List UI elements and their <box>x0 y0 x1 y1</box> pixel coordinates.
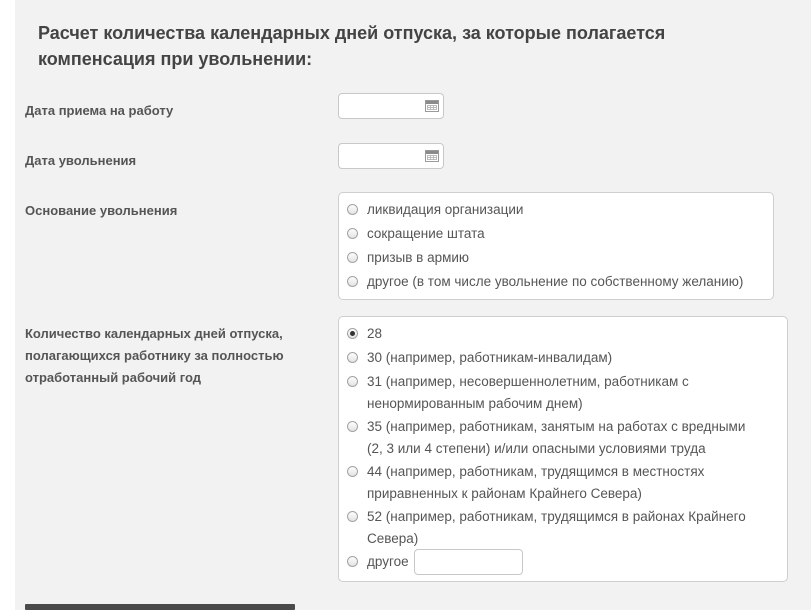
calendar-icon[interactable] <box>425 150 439 162</box>
radio-button[interactable] <box>347 352 358 363</box>
radio-button[interactable] <box>347 466 358 477</box>
calendar-icon[interactable] <box>425 100 439 112</box>
form-title: Расчет количества календарных дней отпус… <box>38 23 666 69</box>
radio-button[interactable] <box>347 228 358 239</box>
radio-button[interactable] <box>347 556 358 567</box>
hire-date-label: Дата приема на работу <box>25 103 174 118</box>
hire-date-input[interactable] <box>338 93 444 119</box>
radio-button[interactable] <box>347 421 358 432</box>
dismissal-date-input[interactable] <box>338 143 444 169</box>
radio-button-checked[interactable] <box>347 328 358 339</box>
radio-button[interactable] <box>347 376 358 387</box>
next-row-cutoff <box>25 600 305 612</box>
dismissal-date-label: Дата увольнения <box>25 153 137 168</box>
other-days-input[interactable] <box>414 549 523 575</box>
radio-button[interactable] <box>347 276 358 287</box>
vacation-days-label: Количество календарных дней отпуска, пол… <box>25 326 284 385</box>
radio-button[interactable] <box>347 252 358 263</box>
radio-button[interactable] <box>347 511 358 522</box>
radio-button[interactable] <box>347 204 358 215</box>
dismissal-reason-label: Основание увольнения <box>25 203 178 218</box>
